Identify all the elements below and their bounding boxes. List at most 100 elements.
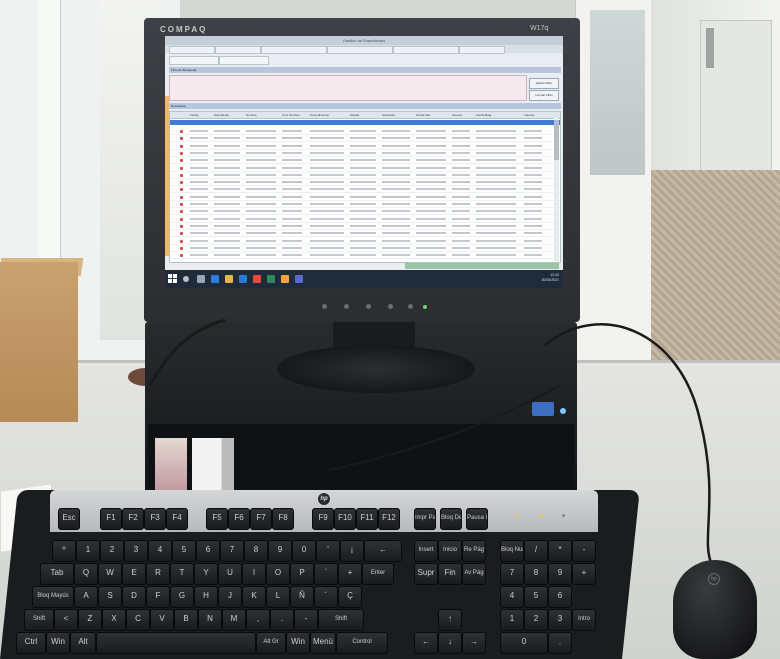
modifier-key[interactable]: Win [46, 632, 70, 654]
letter-key[interactable]: W [98, 563, 122, 585]
modifier-key[interactable]: Menú [310, 632, 336, 654]
modifier-key[interactable]: Alt Gr [256, 632, 286, 654]
function-key[interactable]: F12 [378, 508, 400, 530]
letter-key[interactable]: S [98, 586, 122, 608]
numpad-key[interactable]: Intro [572, 609, 596, 631]
number-key[interactable]: 4 [148, 540, 172, 562]
function-key[interactable]: Esc [58, 508, 80, 530]
letter-key[interactable]: N [198, 609, 222, 631]
letter-key[interactable]: T [170, 563, 194, 585]
numpad-key[interactable]: - [572, 540, 596, 562]
letter-key[interactable]: F [146, 586, 170, 608]
numpad-key[interactable]: + [572, 563, 596, 585]
letter-key[interactable]: Bloq Mayús [32, 586, 74, 608]
letter-key[interactable]: O [266, 563, 290, 585]
numpad-key[interactable]: * [548, 540, 572, 562]
letter-key[interactable]: < [54, 609, 78, 631]
letter-key[interactable]: L [266, 586, 290, 608]
letter-key[interactable]: Enter [362, 563, 394, 585]
function-key[interactable]: F5 [206, 508, 228, 530]
numpad-key[interactable]: 1 [500, 609, 524, 631]
letter-key[interactable]: Q [74, 563, 98, 585]
navigation-key[interactable]: Supr [414, 563, 438, 585]
numpad-key[interactable]: 7 [500, 563, 524, 585]
numpad-key[interactable]: 3 [548, 609, 572, 631]
navigation-key[interactable]: Insert [414, 540, 438, 562]
letter-key[interactable]: U [218, 563, 242, 585]
arrow-down-key[interactable]: ↓ [438, 632, 462, 654]
function-key[interactable]: F3 [144, 508, 166, 530]
function-key[interactable]: F10 [334, 508, 356, 530]
modifier-key[interactable]: Win [286, 632, 310, 654]
letter-key[interactable]: I [242, 563, 266, 585]
function-key[interactable]: Bloq Despl [440, 508, 462, 530]
arrow-right-key[interactable]: → [462, 632, 486, 654]
navigation-key[interactable]: Inicio [438, 540, 462, 562]
number-key[interactable]: 0 [292, 540, 316, 562]
letter-key[interactable]: Shift [24, 609, 54, 631]
letter-key[interactable]: Z [78, 609, 102, 631]
number-key[interactable]: 5 [172, 540, 196, 562]
numpad-key[interactable]: 6 [548, 586, 572, 608]
letter-key[interactable]: ` [314, 563, 338, 585]
number-key[interactable]: ← [364, 540, 402, 562]
numpad-key[interactable]: 8 [524, 563, 548, 585]
letter-key[interactable]: ´ [314, 586, 338, 608]
letter-key[interactable]: E [122, 563, 146, 585]
letter-key[interactable]: X [102, 609, 126, 631]
numpad-key[interactable]: 2 [524, 609, 548, 631]
number-key[interactable]: º [52, 540, 76, 562]
number-key[interactable]: 9 [268, 540, 292, 562]
number-key[interactable]: ' [316, 540, 340, 562]
numpad-key[interactable]: 9 [548, 563, 572, 585]
letter-key[interactable]: P [290, 563, 314, 585]
letter-key[interactable]: Y [194, 563, 218, 585]
letter-key[interactable]: V [150, 609, 174, 631]
function-key[interactable]: F2 [122, 508, 144, 530]
function-key[interactable]: F6 [228, 508, 250, 530]
function-key[interactable]: F8 [272, 508, 294, 530]
letter-key[interactable]: J [218, 586, 242, 608]
letter-key[interactable]: A [74, 586, 98, 608]
function-key[interactable]: F7 [250, 508, 272, 530]
arrow-up-key[interactable]: ↑ [438, 609, 462, 631]
numpad-key[interactable]: 4 [500, 586, 524, 608]
function-key[interactable]: Pausa Inter [466, 508, 488, 530]
letter-key[interactable]: B [174, 609, 198, 631]
letter-key[interactable]: . [270, 609, 294, 631]
letter-key[interactable]: Tab [40, 563, 74, 585]
number-key[interactable]: 8 [244, 540, 268, 562]
modifier-key[interactable]: Control [336, 632, 388, 654]
number-key[interactable]: 1 [76, 540, 100, 562]
number-key[interactable]: 3 [124, 540, 148, 562]
letter-key[interactable]: Ç [338, 586, 362, 608]
letter-key[interactable]: Ñ [290, 586, 314, 608]
function-key[interactable]: F4 [166, 508, 188, 530]
modifier-key[interactable]: Alt [70, 632, 96, 654]
letter-key[interactable]: H [194, 586, 218, 608]
function-key[interactable]: F11 [356, 508, 378, 530]
space-bar[interactable] [96, 632, 256, 654]
letter-key[interactable]: + [338, 563, 362, 585]
numpad-key[interactable]: 5 [524, 586, 548, 608]
numpad-key[interactable]: / [524, 540, 548, 562]
letter-key[interactable]: , [246, 609, 270, 631]
number-key[interactable]: ¡ [340, 540, 364, 562]
modifier-key[interactable]: Ctrl [16, 632, 46, 654]
navigation-key[interactable]: Fin [438, 563, 462, 585]
arrow-left-key[interactable]: ← [414, 632, 438, 654]
numpad-key[interactable]: 0 [500, 632, 548, 654]
letter-key[interactable]: R [146, 563, 170, 585]
letter-key[interactable]: D [122, 586, 146, 608]
number-key[interactable]: 7 [220, 540, 244, 562]
function-key[interactable]: F1 [100, 508, 122, 530]
numpad-key[interactable]: Bloq Num [500, 540, 524, 562]
letter-key[interactable]: C [126, 609, 150, 631]
number-key[interactable]: 2 [100, 540, 124, 562]
function-key[interactable]: Impr Pant [414, 508, 436, 530]
letter-key[interactable]: - [294, 609, 318, 631]
numpad-key[interactable]: . [548, 632, 572, 654]
letter-key[interactable]: M [222, 609, 246, 631]
letter-key[interactable]: G [170, 586, 194, 608]
letter-key[interactable]: K [242, 586, 266, 608]
